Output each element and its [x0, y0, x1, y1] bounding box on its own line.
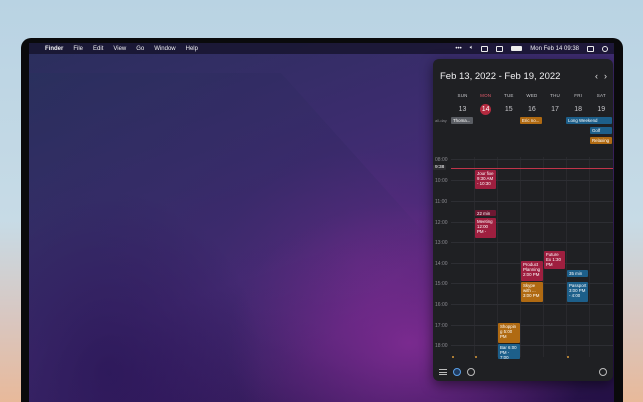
current-time-line — [451, 168, 613, 169]
menu-view[interactable]: View — [113, 46, 126, 52]
next-week-icon[interactable]: › — [604, 71, 607, 81]
add-event-icon[interactable] — [599, 368, 607, 376]
hour-line — [451, 325, 613, 326]
calendar-title: Feb 13, 2022 - Feb 19, 2022 — [440, 70, 561, 82]
event-meeting[interactable]: Meeting 12:00 PM - — [475, 218, 496, 238]
day-name: SUN — [457, 93, 468, 98]
display-icon[interactable] — [587, 45, 594, 52]
menu-bar: Finder File Edit View Go Window Help •••… — [29, 43, 614, 54]
day-headers: SUN 13 MON 14 TUE 15 WED 16 THU 17 FRI 18 SAT 1… — [451, 93, 613, 116]
day-sat[interactable]: SAT 19 — [590, 93, 613, 116]
reminders-icon[interactable] — [467, 368, 475, 376]
battery-icon[interactable] — [511, 46, 523, 51]
day-number: 15 — [504, 106, 513, 113]
hour-line — [451, 345, 613, 346]
day-name: THU — [550, 93, 560, 98]
volume-icon[interactable]: 🔈︎ — [470, 45, 474, 52]
day-fri[interactable]: FRI 18 — [567, 93, 590, 116]
column-divider — [589, 157, 590, 357]
event-skype[interactable]: Skype with ... 3:00 PM — [521, 282, 543, 302]
hour-label: 18:00 — [435, 343, 448, 349]
day-number: 16 — [528, 106, 536, 113]
hour-line — [451, 159, 613, 160]
allday-event-eric[interactable]: Eric no... — [520, 117, 542, 124]
event-indicator-dot — [567, 356, 569, 358]
hour-label: 08:00 — [435, 157, 448, 163]
calendar-header: Feb 13, 2022 - Feb 19, 2022 ‹ › — [440, 69, 607, 83]
hour-line — [451, 304, 613, 305]
current-time-label: 9:38 — [433, 165, 447, 170]
hour-label: 10:00 — [435, 178, 448, 184]
event-bar[interactable]: Bar 6:00 PM - 7:00 — [498, 344, 520, 359]
event-passport[interactable]: Passport 3:00 PM - 4:00 — [567, 282, 588, 302]
calendar-view-icon[interactable] — [453, 368, 461, 376]
hour-line — [451, 201, 613, 202]
siri-icon[interactable] — [602, 45, 608, 52]
allday-label: all-day — [435, 118, 447, 123]
menu-go[interactable]: Go — [136, 46, 144, 52]
day-name: MON — [480, 93, 492, 98]
menu-window[interactable]: Window — [154, 46, 175, 52]
control-icon[interactable] — [481, 45, 489, 52]
more-icon[interactable]: ••• — [455, 46, 461, 52]
day-name: WED — [526, 93, 538, 98]
desktop-screen: Finder File Edit View Go Window Help •••… — [29, 43, 614, 402]
day-wed[interactable]: WED 16 — [520, 93, 543, 116]
day-tue[interactable]: TUE 15 — [497, 93, 520, 116]
link-icon[interactable] — [496, 45, 504, 52]
event-product-planning[interactable]: Product Planning 2:00 PM — [521, 261, 543, 281]
calendar-popover: Feb 13, 2022 - Feb 19, 2022 ‹ › SUN 13 MO… — [433, 59, 613, 381]
hour-label: 17:00 — [435, 323, 448, 329]
column-divider — [520, 157, 521, 357]
event-indicator-dot — [452, 356, 454, 358]
hour-line — [451, 242, 613, 243]
wallpaper-ridge — [29, 73, 449, 402]
allday-event-golf[interactable]: Golf — [590, 127, 612, 134]
hour-label: 11:00 — [435, 199, 448, 205]
calendar-footer — [433, 363, 613, 381]
day-thu[interactable]: THU 17 — [544, 93, 567, 116]
event-35-min[interactable]: 35 min — [567, 270, 588, 277]
menubar-datetime[interactable]: Mon Feb 14 09:38 — [530, 46, 579, 52]
day-name: TUE — [504, 93, 514, 98]
allday-event-thomas[interactable]: Thoma... — [451, 117, 473, 124]
day-number: 19 — [597, 106, 606, 113]
hour-label: 16:00 — [435, 302, 448, 308]
list-icon[interactable] — [439, 369, 447, 375]
event-indicator-dot — [475, 356, 477, 358]
hour-label: 12:00 — [435, 220, 448, 226]
day-mon[interactable]: MON 14 — [474, 93, 497, 116]
hour-label: 14:00 — [435, 261, 448, 267]
column-divider — [566, 157, 567, 357]
day-number: 13 — [458, 106, 467, 113]
hour-label: 15:00 — [435, 281, 448, 287]
event-22-min[interactable]: 22 min — [475, 210, 496, 216]
event-shopping[interactable]: Shoppin g 5:00 PM — [498, 323, 520, 343]
day-sun[interactable]: SUN 13 — [451, 93, 474, 116]
day-number: 18 — [574, 106, 583, 113]
menu-file[interactable]: File — [73, 46, 83, 52]
menu-app-finder[interactable]: Finder — [45, 46, 63, 52]
event-jour-fixe[interactable]: Jour fixe 9:30 AM - 10:30 — [475, 170, 496, 189]
hour-label: 13:00 — [435, 240, 448, 246]
menu-edit[interactable]: Edit — [93, 46, 103, 52]
day-name: SAT — [596, 93, 606, 98]
event-future-ex[interactable]: Future Ex 1:30 PM — [544, 251, 565, 269]
menu-help[interactable]: Help — [186, 46, 198, 52]
prev-week-icon[interactable]: ‹ — [595, 71, 598, 81]
allday-event-relaxing[interactable]: Relaxing — [590, 137, 612, 144]
day-number: 17 — [551, 106, 559, 113]
day-name: FRI — [574, 93, 583, 98]
day-number: 14 — [480, 104, 492, 115]
allday-event-long-weekend[interactable]: Long Weekend — [566, 117, 612, 124]
